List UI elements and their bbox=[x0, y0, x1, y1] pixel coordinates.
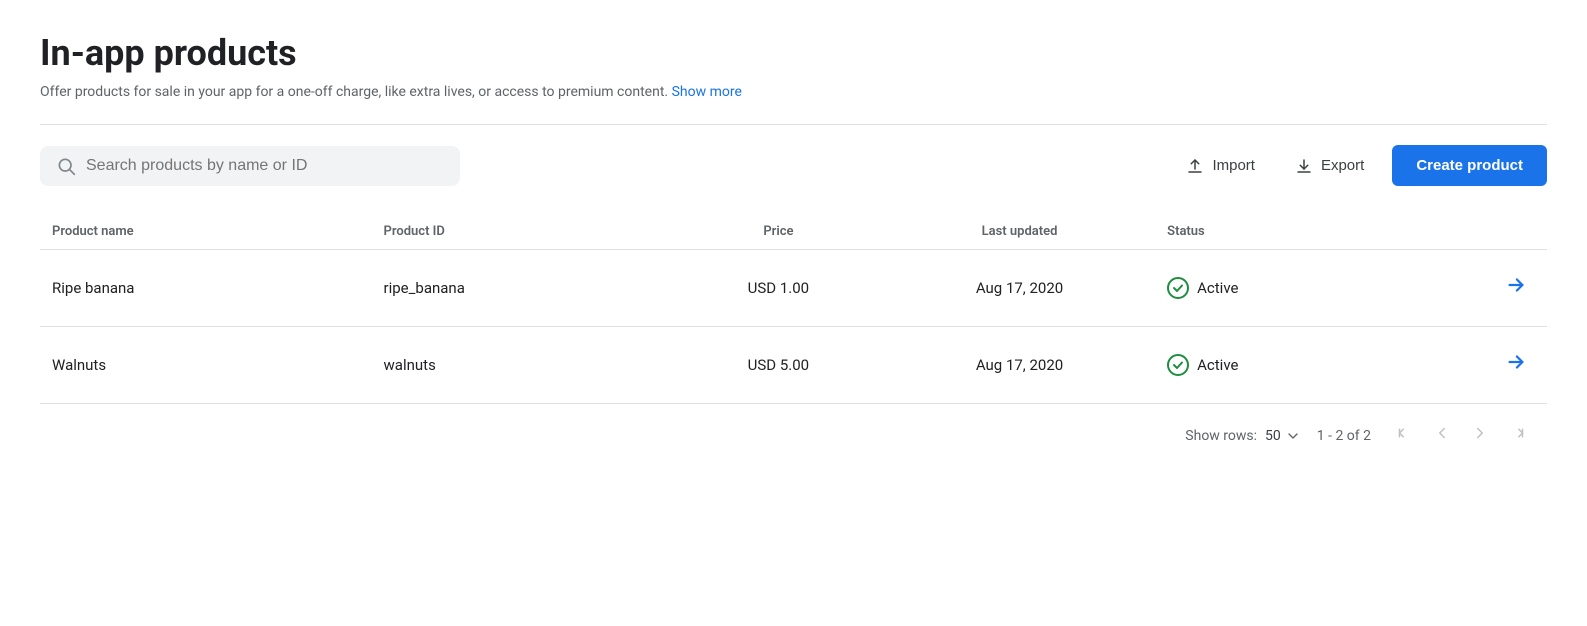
next-page-button[interactable] bbox=[1463, 420, 1497, 451]
search-icon bbox=[56, 156, 76, 176]
cell-status: Active bbox=[1155, 250, 1426, 327]
show-more-link[interactable]: Show more bbox=[672, 84, 742, 100]
chevron-down-icon bbox=[1285, 428, 1301, 444]
show-rows-section: Show rows: 50 bbox=[1185, 428, 1300, 444]
cell-price: USD 1.00 bbox=[673, 250, 884, 327]
export-button[interactable]: Export bbox=[1283, 149, 1376, 183]
cell-product-id: walnuts bbox=[372, 327, 673, 404]
upload-icon bbox=[1186, 157, 1204, 175]
last-page-icon bbox=[1509, 424, 1527, 442]
cell-last-updated: Aug 17, 2020 bbox=[884, 250, 1155, 327]
row-detail-button[interactable] bbox=[1497, 347, 1535, 383]
cell-row-arrow[interactable] bbox=[1426, 250, 1547, 327]
page-subtitle: Offer products for sale in your app for … bbox=[40, 84, 1547, 100]
col-header-status: Status bbox=[1155, 214, 1426, 250]
arrow-right-icon bbox=[1505, 351, 1527, 373]
arrow-right-icon bbox=[1505, 274, 1527, 296]
active-status-icon bbox=[1167, 354, 1189, 376]
col-header-name: Product name bbox=[40, 214, 372, 250]
active-status-icon bbox=[1167, 277, 1189, 299]
section-divider bbox=[40, 124, 1547, 125]
cell-row-arrow[interactable] bbox=[1426, 327, 1547, 404]
page-title: In-app products bbox=[40, 32, 1547, 74]
row-detail-button[interactable] bbox=[1497, 270, 1535, 306]
toolbar: Import Export Create product bbox=[40, 145, 1547, 186]
first-page-button[interactable] bbox=[1387, 420, 1421, 451]
col-header-price: Price bbox=[673, 214, 884, 250]
search-input[interactable] bbox=[86, 157, 444, 175]
col-header-id: Product ID bbox=[372, 214, 673, 250]
pagination-buttons bbox=[1387, 420, 1535, 451]
download-icon bbox=[1295, 157, 1313, 175]
status-label: Active bbox=[1197, 279, 1238, 297]
first-page-icon bbox=[1395, 424, 1413, 442]
col-header-arrow bbox=[1426, 214, 1547, 250]
rows-per-page-select[interactable]: 50 bbox=[1265, 428, 1301, 444]
last-page-button[interactable] bbox=[1501, 420, 1535, 451]
create-product-button[interactable]: Create product bbox=[1392, 145, 1547, 186]
next-page-icon bbox=[1471, 424, 1489, 442]
show-rows-label: Show rows: bbox=[1185, 428, 1257, 444]
cell-last-updated: Aug 17, 2020 bbox=[884, 327, 1155, 404]
pagination-info: 1 - 2 of 2 bbox=[1317, 428, 1371, 444]
table-row[interactable]: Walnuts walnuts USD 5.00 Aug 17, 2020 Ac… bbox=[40, 327, 1547, 404]
table-footer: Show rows: 50 1 - 2 of 2 bbox=[40, 404, 1547, 467]
products-table: Product name Product ID Price Last updat… bbox=[40, 214, 1547, 404]
prev-page-icon bbox=[1433, 424, 1451, 442]
col-header-updated: Last updated bbox=[884, 214, 1155, 250]
table-row[interactable]: Ripe banana ripe_banana USD 1.00 Aug 17,… bbox=[40, 250, 1547, 327]
import-button[interactable]: Import bbox=[1174, 149, 1267, 183]
rows-count: 50 bbox=[1265, 428, 1281, 444]
cell-price: USD 5.00 bbox=[673, 327, 884, 404]
cell-product-name: Walnuts bbox=[40, 327, 372, 404]
prev-page-button[interactable] bbox=[1425, 420, 1459, 451]
search-box bbox=[40, 146, 460, 186]
cell-status: Active bbox=[1155, 327, 1426, 404]
table-header-row: Product name Product ID Price Last updat… bbox=[40, 214, 1547, 250]
cell-product-id: ripe_banana bbox=[372, 250, 673, 327]
cell-product-name: Ripe banana bbox=[40, 250, 372, 327]
status-label: Active bbox=[1197, 356, 1238, 374]
